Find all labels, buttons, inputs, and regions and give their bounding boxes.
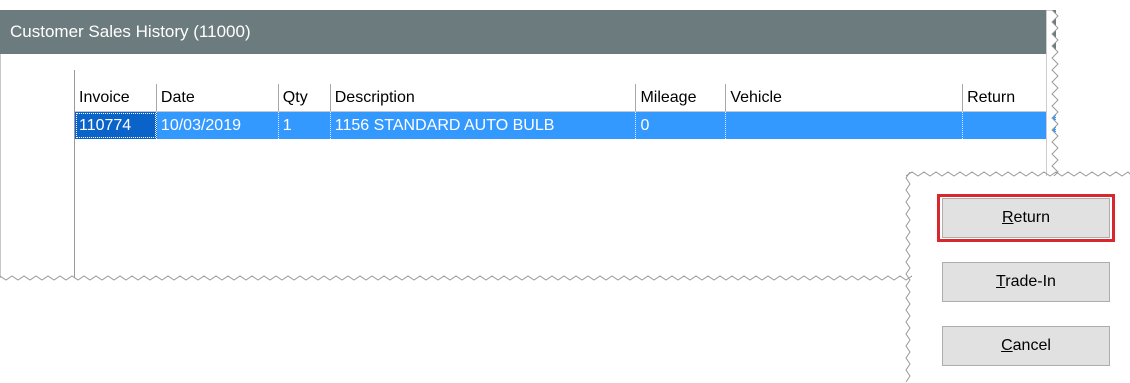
torn-edge-bottom <box>0 275 1056 281</box>
cell-invoice[interactable]: 110774 <box>75 112 157 139</box>
cell-description[interactable]: 1156 STANDARD AUTO BULB <box>331 112 637 139</box>
panel-torn-edge-left <box>905 172 911 383</box>
table-row[interactable]: 110774 10/03/2019 1 1156 STANDARD AUTO B… <box>75 112 1056 139</box>
column-header-qty[interactable]: Qty <box>279 84 331 111</box>
column-header-invoice[interactable]: Invoice <box>75 84 157 111</box>
trade-in-button-label: rade-In <box>1005 273 1056 290</box>
cancel-button-label: ancel <box>1012 337 1051 354</box>
cell-qty[interactable]: 1 <box>279 112 331 139</box>
column-header-mileage[interactable]: Mileage <box>636 84 727 111</box>
cell-return[interactable] <box>963 112 1056 139</box>
column-header-vehicle[interactable]: Vehicle <box>726 84 964 111</box>
column-header-description[interactable]: Description <box>331 84 637 111</box>
cancel-button[interactable]: Cancel <box>942 326 1110 366</box>
window-titlebar[interactable]: Customer Sales History (11000) <box>0 10 1056 54</box>
trade-in-button-accelerator: T <box>996 273 1006 290</box>
grid-header-row: Invoice Date Qty Description Mileage Veh… <box>75 84 1056 112</box>
panel-torn-edge-top <box>906 171 1130 177</box>
trade-in-button[interactable]: Trade-In <box>942 262 1110 302</box>
window-title: Customer Sales History (11000) <box>10 22 251 41</box>
cancel-button-accelerator: C <box>1001 337 1013 354</box>
return-button-accelerator: R <box>1001 209 1014 226</box>
column-header-return[interactable]: Return <box>963 84 1056 111</box>
column-header-date[interactable]: Date <box>157 84 279 111</box>
return-button-label: eturn <box>1013 209 1051 226</box>
cell-vehicle[interactable] <box>726 112 964 139</box>
action-button-panel: Return Trade-In Cancel <box>912 176 1130 383</box>
cell-date[interactable]: 10/03/2019 <box>157 112 279 139</box>
cell-mileage[interactable]: 0 <box>636 112 727 139</box>
return-button[interactable]: Return <box>942 198 1110 238</box>
